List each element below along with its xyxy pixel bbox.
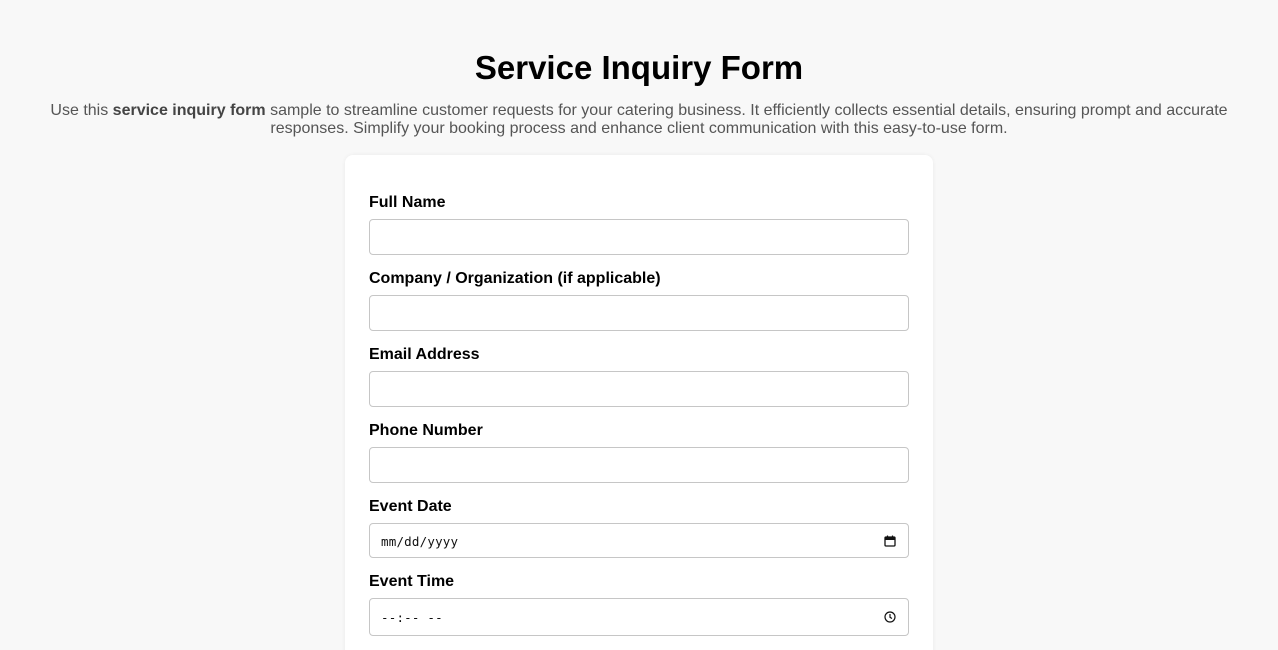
event-date-field: Event Date mm/dd/yyyy (369, 497, 909, 558)
event-date-label: Event Date (369, 498, 452, 515)
phone-label: Phone Number (369, 422, 483, 439)
event-date-placeholder: mm/dd/yyyy (381, 534, 459, 549)
email-input[interactable] (369, 371, 909, 407)
description-text-start: Use this (50, 102, 113, 119)
email-field: Email Address (369, 345, 909, 407)
calendar-icon[interactable] (884, 535, 896, 547)
phone-input[interactable] (369, 447, 909, 483)
email-label: Email Address (369, 346, 480, 363)
event-date-input[interactable]: mm/dd/yyyy (369, 523, 909, 558)
company-field: Company / Organization (if applicable) (369, 269, 909, 331)
clock-icon[interactable] (884, 611, 896, 623)
page-description: Use this service inquiry form sample to … (40, 102, 1238, 138)
full-name-field: Full Name (369, 193, 909, 255)
event-time-label: Event Time (369, 573, 455, 590)
phone-field: Phone Number (369, 421, 909, 483)
page: Service Inquiry Form Use this service in… (0, 0, 1278, 650)
form-card: Full Name Company / Organization (if app… (345, 155, 933, 650)
event-time-input[interactable]: --:-- -- (369, 598, 909, 636)
description-text-end: sample to streamline customer requests f… (265, 102, 1228, 137)
full-name-label: Full Name (369, 194, 446, 211)
company-label: Company / Organization (if applicable) (369, 270, 661, 287)
full-name-input[interactable] (369, 219, 909, 255)
description-highlight: service inquiry form (112, 102, 266, 119)
event-time-placeholder: --:-- -- (381, 610, 443, 625)
page-title: Service Inquiry Form (474, 49, 804, 86)
company-input[interactable] (369, 295, 909, 331)
event-time-field: Event Time --:-- -- (369, 572, 909, 636)
